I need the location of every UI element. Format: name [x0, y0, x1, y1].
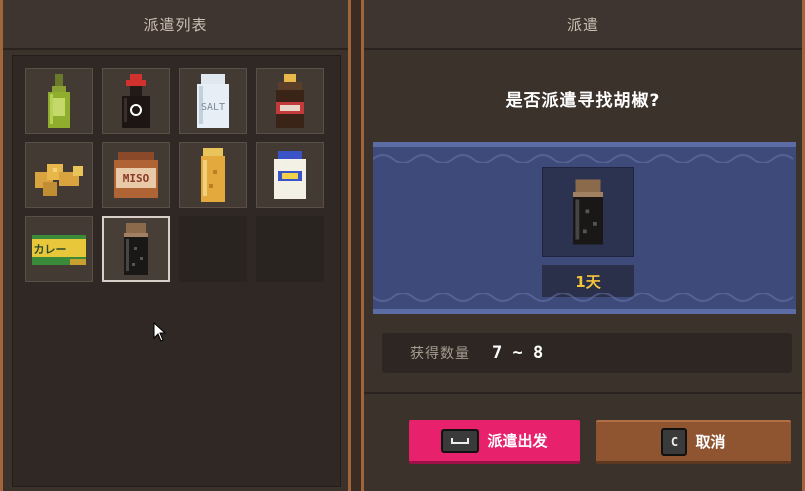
yield-value: 7 ~ 8: [492, 343, 544, 363]
wave-pattern-decoration: [373, 293, 794, 302]
cancel-button[interactable]: C 取消: [596, 420, 791, 464]
yield-row: 获得数量 7 ~ 8: [382, 333, 792, 373]
pepper-jar-icon: [124, 223, 148, 275]
cancel-label: 取消: [695, 433, 726, 451]
item-slot-sauce[interactable]: [256, 68, 324, 134]
space-key-icon: [441, 428, 480, 453]
selected-item-frame: [542, 167, 634, 257]
olive-oil-bottle-icon: [48, 74, 70, 128]
item-slot-miso[interactable]: MISO: [102, 142, 170, 208]
svg-text:SALT: SALT: [201, 102, 225, 113]
svg-text:カレー: カレー: [34, 243, 67, 256]
yield-label: 获得数量: [410, 346, 470, 362]
svg-text:MISO: MISO: [123, 172, 150, 185]
miso-jar-icon: MISO: [114, 152, 158, 198]
ginger-root-icon: [35, 164, 83, 196]
item-slot-curry[interactable]: カレー: [25, 216, 93, 282]
item-slot-spice[interactable]: [179, 142, 247, 208]
salt-shaker-icon: SALT: [197, 74, 229, 128]
divider: [364, 392, 802, 394]
item-slot-empty: [179, 216, 247, 282]
dispatch-confirm-label: 派遣出发: [487, 432, 548, 450]
c-key-icon: C: [661, 427, 688, 456]
dispatch-title: 派遣: [364, 0, 802, 50]
item-showcase-band: 1天: [373, 142, 796, 314]
pepper-jar-icon: [573, 179, 603, 245]
item-slot-empty: [256, 216, 324, 282]
item-slot-ginger[interactable]: [25, 142, 93, 208]
sauce-bottle-icon: [276, 74, 304, 128]
dispatch-question: 是否派遣寻找胡椒?: [505, 91, 661, 111]
soy-sauce-bottle-icon: [122, 74, 150, 128]
item-slot-soy-sauce[interactable]: [102, 68, 170, 134]
item-slot-salt[interactable]: SALT: [179, 68, 247, 134]
dispatch-confirm-button[interactable]: 派遣出发: [409, 420, 580, 464]
dispatch-list-panel: 派遣列表 SALT MISO カレー: [0, 0, 351, 491]
spice-jar-icon: [201, 148, 225, 202]
mayonnaise-jar-icon: [274, 151, 306, 199]
item-slot-mayonnaise[interactable]: [256, 142, 324, 208]
background-divider: [351, 0, 361, 491]
dispatch-list-title: 派遣列表: [3, 0, 348, 50]
item-slot-pepper[interactable]: [102, 216, 170, 282]
item-grid: SALT MISO カレー: [12, 55, 341, 487]
wave-pattern-decoration: [373, 154, 794, 163]
item-slot-olive-oil[interactable]: [25, 68, 93, 134]
curry-roux-box-icon: カレー: [32, 235, 86, 265]
dispatch-panel: 派遣 是否派遣寻找胡椒? 1天 获得数量 7 ~ 8 派遣出发 C 取消: [361, 0, 805, 491]
mouse-cursor-icon: [153, 322, 167, 342]
